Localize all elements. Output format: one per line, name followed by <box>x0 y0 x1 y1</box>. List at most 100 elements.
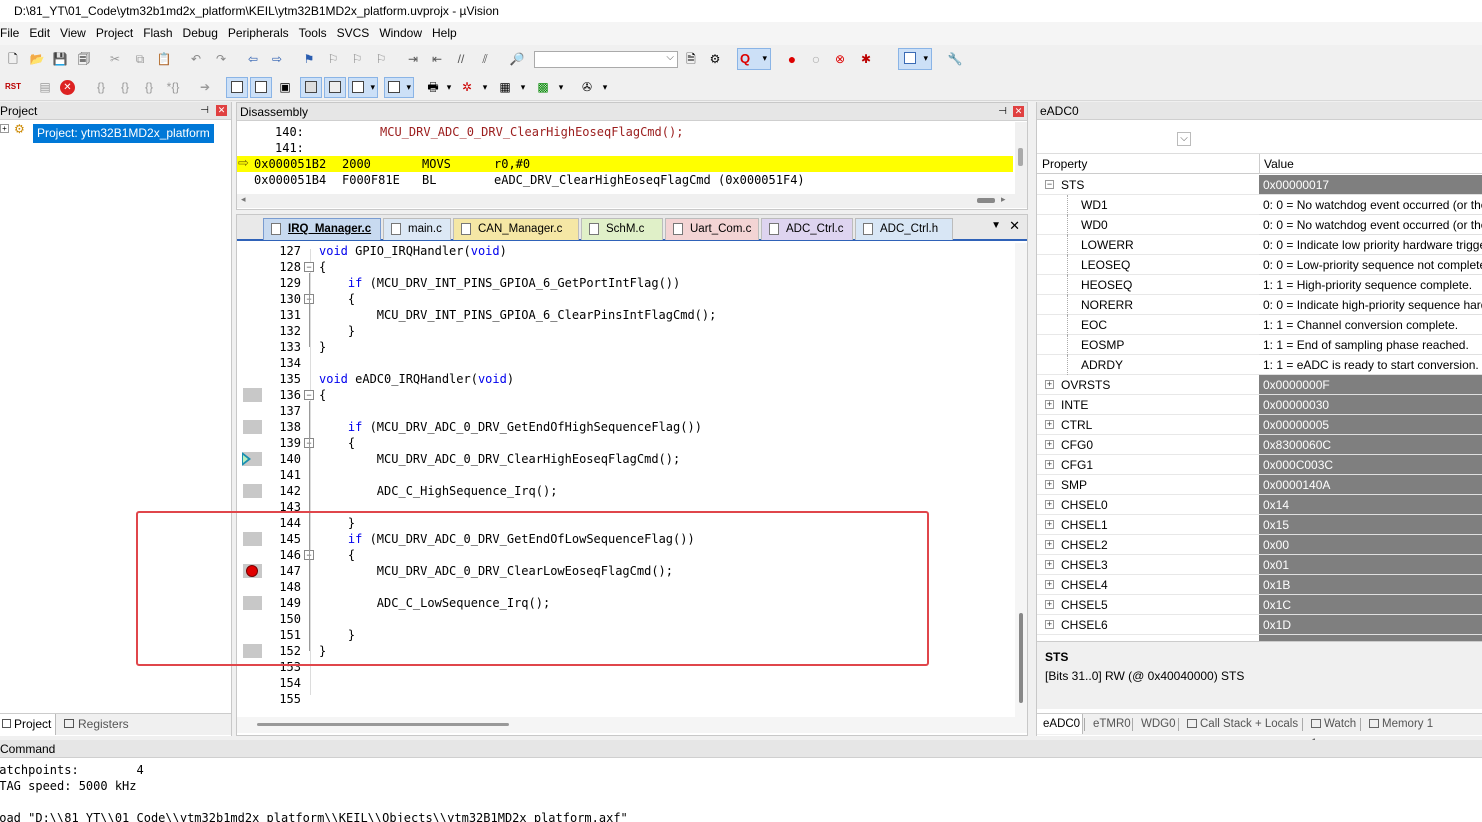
register-row-cfg0[interactable]: + CFG0 0x8300060C <box>1037 435 1482 455</box>
breakpoint-insert-icon[interactable]: ● <box>783 50 801 68</box>
register-row-heoseq[interactable]: HEOSEQ 1: 1 = High-priority sequence comp… <box>1037 275 1482 295</box>
register-value[interactable]: 0x1D <box>1259 615 1482 635</box>
debug-session-button[interactable]: Q ▾ <box>737 48 771 70</box>
code-line[interactable]: MCU_DRV_ADC_0_DRV_ClearLowEoseqFlagCmd()… <box>319 563 673 579</box>
trace-window-icon[interactable]: ▦ <box>496 78 514 96</box>
breakpoint-kill-all-icon[interactable]: ✱ <box>857 50 875 68</box>
code-line[interactable]: if (MCU_DRV_ADC_0_DRV_GetEndOfLowSequenc… <box>319 531 695 547</box>
expand-plus-icon[interactable]: + <box>1045 520 1054 529</box>
indent-icon[interactable]: ⇥ <box>404 50 422 68</box>
register-value[interactable]: 0x01 <box>1259 555 1482 575</box>
dropdown-arrow-icon[interactable]: ▾ <box>552 78 570 96</box>
scroll-thumb[interactable] <box>1019 613 1023 703</box>
register-row-inte[interactable]: + INTE 0x00000030 <box>1037 395 1482 415</box>
find-combo[interactable]: ⌵ <box>534 51 678 68</box>
tab-etmr0[interactable]: eTMR0 <box>1085 714 1131 734</box>
step-over-icon[interactable]: {} <box>116 78 134 96</box>
expand-plus-icon[interactable]: + <box>1045 480 1054 489</box>
code-line[interactable]: if (MCU_DRV_ADC_0_DRV_GetEndOfHighSequen… <box>319 419 702 435</box>
register-value[interactable]: 0x1C <box>1259 595 1482 615</box>
redo-icon[interactable]: ↷ <box>212 50 230 68</box>
pin-icon[interactable]: ⊣ <box>200 102 209 120</box>
window-layout-button[interactable]: ▾ <box>898 48 932 70</box>
expand-plus-icon[interactable]: + <box>1045 540 1054 549</box>
dropdown-arrow-icon[interactable]: ▾ <box>596 78 614 96</box>
breakpoint-enable-icon[interactable]: ○ <box>807 50 825 68</box>
menu-file[interactable]: File <box>0 22 24 45</box>
show-next-statement-icon[interactable]: ➔ <box>196 78 214 96</box>
close-icon[interactable]: ✕ <box>1013 106 1024 117</box>
find-in-files-icon[interactable]: 🔎 <box>508 50 526 68</box>
register-row-eoc[interactable]: EOC 1: 1 = Channel conversion complete. <box>1037 315 1482 335</box>
paste-icon[interactable]: 📋 <box>155 50 173 68</box>
menu-peripherals[interactable]: Peripherals <box>223 22 294 45</box>
configure-icon[interactable]: 🔧 <box>946 50 964 68</box>
code-line[interactable]: { <box>319 435 355 451</box>
code-line[interactable]: MCU_DRV_ADC_0_DRV_ClearHighEoseqFlagCmd(… <box>319 451 680 467</box>
disassembly-line[interactable]: 0x000051B2 2000 MOVS r0,#0 <box>254 156 530 172</box>
bookmark-icon[interactable]: ⚑ <box>300 50 318 68</box>
expand-plus-icon[interactable]: + <box>1045 400 1054 409</box>
register-value[interactable]: 0x00 <box>1259 535 1482 555</box>
command-output[interactable]: Watchpoints: 4 JTAG speed: 5000 kHz Load "… <box>0 762 1482 822</box>
register-row-norerr[interactable]: NORERR 0: 0 = Indicate high-priority sequ… <box>1037 295 1482 315</box>
call-stack-window-button[interactable] <box>324 77 346 98</box>
tab-adc-ctrl-h[interactable]: ADC_Ctrl.h <box>855 218 953 240</box>
command-window-button[interactable] <box>226 77 248 98</box>
analysis-window-icon[interactable]: ✲ <box>458 78 476 96</box>
register-value[interactable]: 0: 0 = Indicate low priority hardware tr… <box>1259 235 1482 255</box>
run-icon[interactable]: ▤ <box>36 78 54 96</box>
tab-uart-com-c[interactable]: Uart_Com.c <box>665 218 759 240</box>
disassembly-line[interactable]: 0x000051B4 F000F81E BL eADC_DRV_ClearHighEo… <box>254 172 805 188</box>
disassembly-line[interactable]: 140: MCU_DRV_ADC_0_DRV_ClearHighEoseqFlag… <box>254 124 683 140</box>
tab-main-c[interactable]: main.c <box>383 218 451 240</box>
disassembly-window-button[interactable] <box>250 77 272 98</box>
menu-debug[interactable]: Debug <box>178 22 223 45</box>
scroll-thumb[interactable] <box>977 198 995 203</box>
save-icon[interactable]: 💾 <box>51 50 69 68</box>
register-value[interactable]: 1: 1 = High-priority sequence complete. <box>1259 275 1482 295</box>
register-value[interactable]: 0x14 <box>1259 495 1482 515</box>
register-value[interactable]: 0x00000030 <box>1259 395 1482 415</box>
save-all-icon[interactable]: 🗐 <box>75 50 93 68</box>
code-line[interactable]: void GPIO_IRQHandler(void) <box>319 243 507 259</box>
register-value[interactable]: 0x0000140A <box>1259 475 1482 495</box>
expand-plus-icon[interactable]: + <box>1045 620 1054 629</box>
fold-collapse-icon[interactable]: − <box>304 262 314 272</box>
uncomment-icon[interactable]: ⫽ <box>476 50 494 68</box>
register-row-ovrsts[interactable]: + OVRSTS 0x0000000F <box>1037 375 1482 395</box>
menu-help[interactable]: Help <box>427 22 462 45</box>
code-line[interactable]: if (MCU_DRV_INT_PINS_GPIOA_6_GetPortIntF… <box>319 275 680 291</box>
code-line[interactable]: { <box>319 547 355 563</box>
disassembly-vscrollbar[interactable] <box>1015 122 1027 194</box>
chevron-down-icon[interactable]: ⌵ <box>1177 132 1191 146</box>
dropdown-arrow-icon[interactable]: ▾ <box>440 78 458 96</box>
breakpoint-icon[interactable] <box>246 565 258 577</box>
register-value[interactable]: 0x00000017 <box>1259 175 1482 195</box>
register-value[interactable]: 1: 1 = eADC is ready to start conversion… <box>1259 355 1482 375</box>
scroll-left-icon[interactable]: ◂ <box>241 194 246 205</box>
code-line[interactable]: } <box>319 627 355 643</box>
toolbox-icon[interactable]: ✇ <box>578 78 596 96</box>
register-row-lowerr[interactable]: LOWERR 0: 0 = Indicate low priority hardw… <box>1037 235 1482 255</box>
code-line[interactable]: void eADC0_IRQHandler(void) <box>319 371 514 387</box>
menu-flash[interactable]: Flash <box>138 22 177 45</box>
code-line[interactable]: ADC_C_HighSequence_Irq(); <box>319 483 558 499</box>
expand-plus-icon[interactable]: + <box>0 124 9 133</box>
disassembly-line[interactable]: 141: <box>254 140 380 156</box>
register-value[interactable]: 0x8300060C <box>1259 435 1482 455</box>
run-to-cursor-icon[interactable]: *{} <box>164 78 182 96</box>
nav-forward-icon[interactable]: ⇨ <box>268 50 286 68</box>
collapse-minus-icon[interactable]: − <box>1045 180 1054 189</box>
register-row-leoseq[interactable]: LEOSEQ 0: 0 = Low-priority sequence not c… <box>1037 255 1482 275</box>
register-row-chsel5[interactable]: + CHSEL5 0x1C <box>1037 595 1482 615</box>
register-value[interactable]: 0: 0 = Low-priority sequence not complet… <box>1259 255 1482 275</box>
code-line[interactable]: { <box>319 291 355 307</box>
project-root-item[interactable]: Project: ytm32B1MD2x_platform <box>33 124 214 143</box>
register-row-chsel1[interactable]: + CHSEL1 0x15 <box>1037 515 1482 535</box>
col-property-header[interactable]: Property <box>1042 157 1087 171</box>
register-row-smp[interactable]: + SMP 0x0000140A <box>1037 475 1482 495</box>
register-value[interactable]: 0: 0 = No watchdog event occurred (or th… <box>1259 215 1482 235</box>
disassembly-listing[interactable]: 140: MCU_DRV_ADC_0_DRV_ClearHighEoseqFlag… <box>237 122 1013 194</box>
code-line[interactable]: { <box>319 387 326 403</box>
